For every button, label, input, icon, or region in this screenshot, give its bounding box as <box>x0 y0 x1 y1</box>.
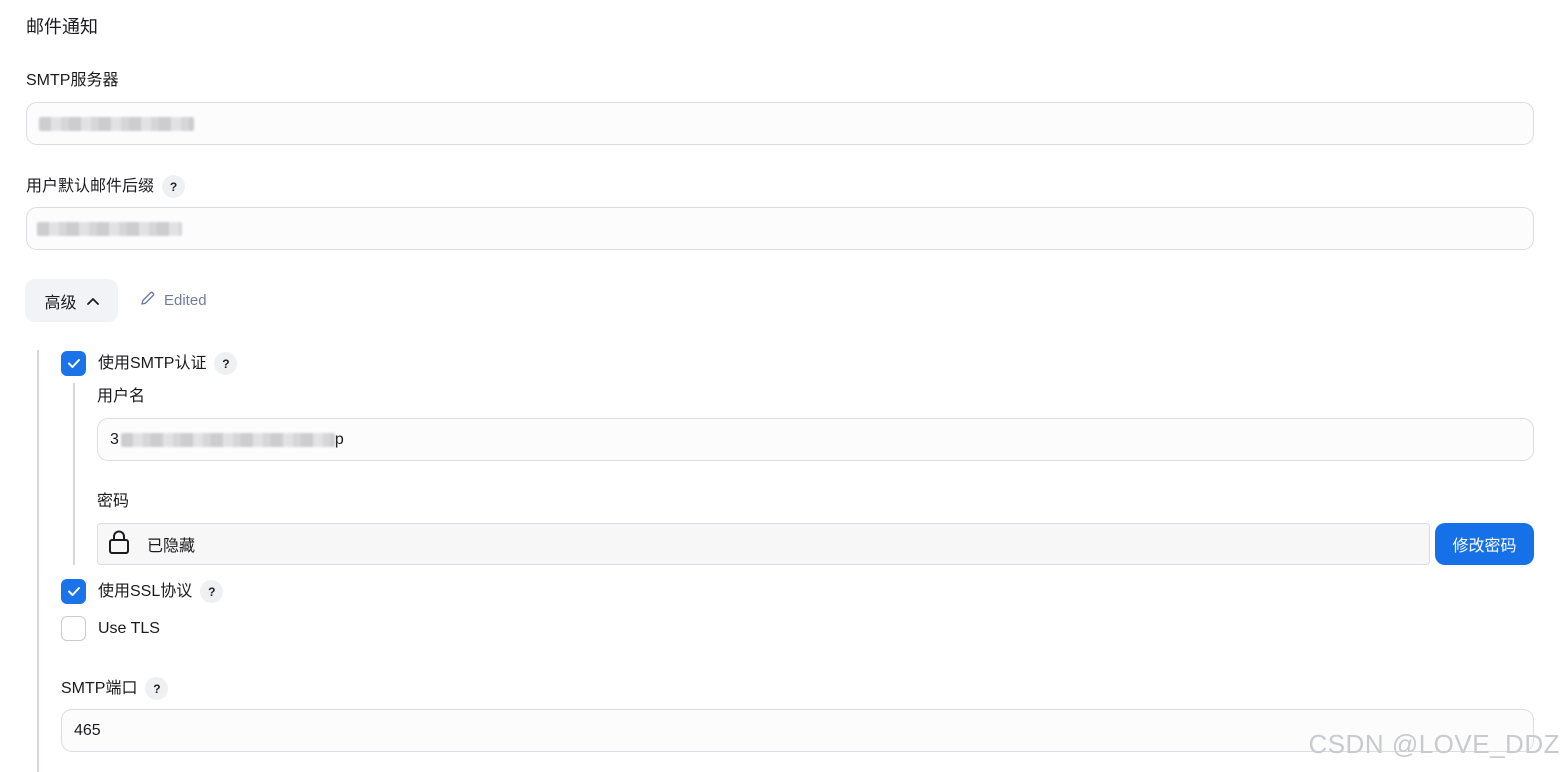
use-tls-label: Use TLS <box>98 619 160 637</box>
section-title: 邮件通知 <box>26 17 98 37</box>
password-label: 密码 <box>97 491 129 513</box>
use-tls-checkbox[interactable] <box>61 616 86 641</box>
advanced-section-line <box>37 350 39 772</box>
default-suffix-input[interactable] <box>26 207 1534 250</box>
smtp-auth-option: 使用SMTP认证 ? <box>61 351 238 376</box>
redacted-value <box>39 116 194 131</box>
use-tls-option: Use TLS <box>61 616 160 641</box>
use-ssl-checkbox[interactable] <box>61 579 86 604</box>
help-icon[interactable]: ? <box>145 677 169 700</box>
username-input[interactable]: 3 p <box>97 418 1534 461</box>
help-icon[interactable]: ? <box>214 352 238 375</box>
smtp-server-label: SMTP服务器 <box>26 70 118 92</box>
chevron-up-icon <box>86 292 99 310</box>
smtp-port-label: SMTP端口 ? <box>61 677 169 700</box>
pencil-icon <box>139 290 156 311</box>
change-password-button[interactable]: 修改密码 <box>1435 523 1534 565</box>
help-icon[interactable]: ? <box>200 580 224 603</box>
check-icon <box>67 359 80 368</box>
username-value-start: 3 <box>110 430 119 448</box>
smtp-server-label-text: SMTP服务器 <box>26 72 119 89</box>
lock-icon <box>108 529 130 560</box>
use-ssl-label-text: 使用SSL协议 <box>98 582 193 600</box>
redacted-value <box>120 432 335 447</box>
edited-label: Edited <box>164 292 207 309</box>
watermark: CSDN @LOVE_DDZ <box>1308 729 1560 759</box>
advanced-toggle-button[interactable]: 高级 <box>25 279 118 322</box>
username-value-end: p <box>334 430 344 448</box>
help-icon[interactable]: ? <box>162 175 186 198</box>
redacted-value <box>37 221 182 236</box>
password-status: 已隐藏 <box>147 538 196 555</box>
check-icon <box>67 587 80 596</box>
username-label: 用户名 <box>97 386 145 408</box>
username-label-text: 用户名 <box>97 388 146 405</box>
default-suffix-label: 用户默认邮件后缀 ? <box>26 175 186 198</box>
password-label-text: 密码 <box>97 493 130 510</box>
smtp-port-value: 465 <box>74 721 101 739</box>
auth-section-line <box>73 383 75 565</box>
smtp-auth-label: 使用SMTP认证 ? <box>98 352 238 375</box>
advanced-label: 高级 <box>44 294 77 312</box>
smtp-auth-checkbox[interactable] <box>61 351 86 376</box>
default-suffix-label-text: 用户默认邮件后缀 <box>26 177 155 195</box>
use-ssl-option: 使用SSL协议 ? <box>61 579 224 604</box>
smtp-auth-label-text: 使用SMTP认证 <box>98 354 207 372</box>
smtp-server-input[interactable] <box>26 102 1534 145</box>
use-ssl-label: 使用SSL协议 ? <box>98 580 224 603</box>
edited-indicator: Edited <box>139 290 207 311</box>
smtp-port-label-text: SMTP端口 <box>61 679 138 697</box>
password-field: 已隐藏 <box>97 523 1430 565</box>
